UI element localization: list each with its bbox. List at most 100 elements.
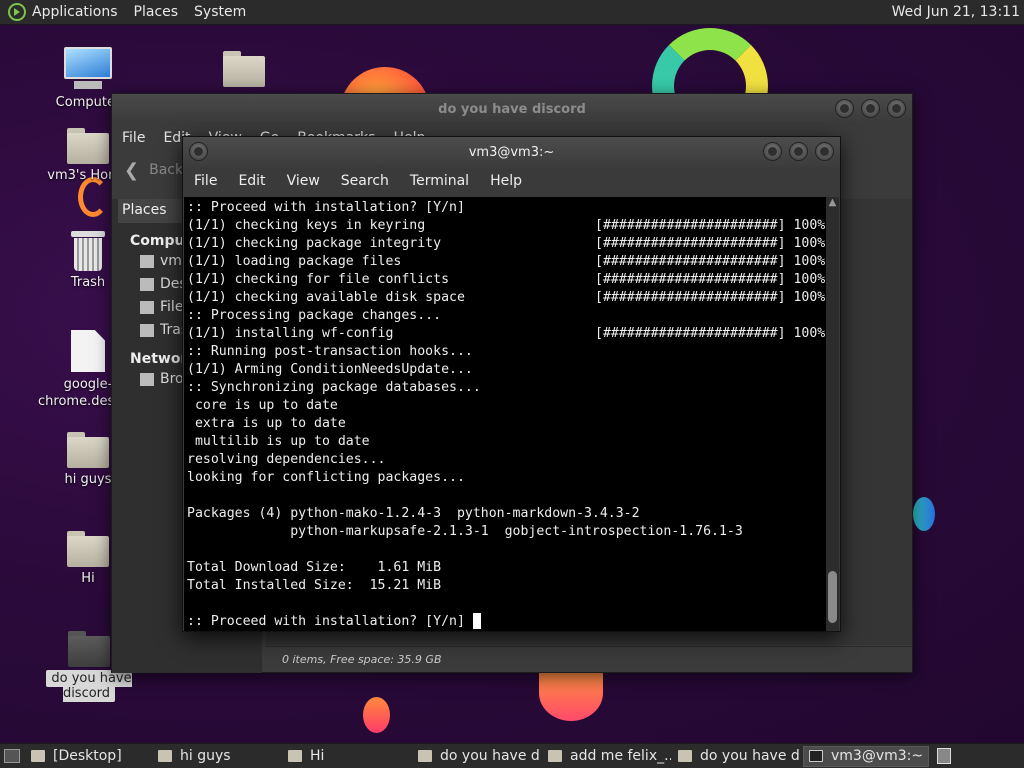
progress-bar-text: [######################] 100%: [595, 290, 826, 305]
show-desktop-button[interactable]: [4, 749, 20, 763]
terminal-line: (1/1) checking available disk space [####…: [184, 289, 826, 307]
taskbar-item-add-me-felix[interactable]: add me felix_...: [543, 746, 671, 767]
terminal-line: :: Proceed with installation? [Y/n]: [184, 199, 826, 217]
terminal-line-text: [187, 487, 823, 505]
terminal-line-text: looking for conflicting packages...: [187, 470, 465, 485]
terminal-line: [184, 487, 826, 505]
taskbar-item-label: do you have d...: [440, 748, 541, 764]
folder-icon: [678, 750, 692, 762]
menu-help[interactable]: Help: [490, 173, 522, 189]
terminal-line: Total Download Size: 1.61 MiB: [184, 559, 826, 577]
scroll-up-arrow-icon[interactable]: ▲: [826, 197, 839, 211]
taskbar-item-label: Hi: [310, 748, 325, 764]
trash-icon: [71, 231, 105, 271]
progress-bar-text: [######################] 100%: [595, 218, 826, 233]
terminal-line-text: Total Installed Size: 15.21 MiB: [187, 578, 442, 593]
minimize-button[interactable]: [835, 99, 854, 118]
file-manager-titlebar[interactable]: do you have discord: [112, 94, 912, 124]
terminal-line: extra is up to date: [184, 415, 826, 433]
terminal-line: Packages (4) python-mako-1.2.4-3 python-…: [184, 505, 826, 523]
network-icon: [140, 372, 154, 386]
terminal-line-text: resolving dependencies...: [187, 452, 386, 467]
taskbar-item-do-you-have-d-2[interactable]: do you have d...: [673, 746, 801, 767]
terminal-line-text: :: Processing package changes...: [187, 308, 442, 323]
back-arrow-icon[interactable]: ❮: [124, 160, 139, 181]
terminal-line-text: extra is up to date: [187, 416, 346, 431]
menu-edit[interactable]: Edit: [238, 173, 265, 189]
bottom-panel: [Desktop] hi guys Hi do you have d... ad…: [0, 743, 1024, 768]
taskbar-item-desktop[interactable]: [Desktop]: [26, 746, 151, 767]
maximize-button[interactable]: [861, 99, 880, 118]
mate-logo-icon[interactable]: [8, 3, 26, 21]
terminal-line-text: multilib is up to date: [187, 434, 370, 449]
window-menu-button[interactable]: [189, 142, 208, 161]
progress-bar-text: [######################] 100%: [595, 236, 826, 251]
terminal-line: :: Synchronizing package databases...: [184, 379, 826, 397]
terminal-line: (1/1) installing wf-config [#############…: [184, 325, 826, 343]
menu-places[interactable]: Places: [134, 4, 179, 20]
terminal-line-text: (1/1) checking keys in keyring: [187, 218, 426, 233]
terminal-window[interactable]: vm3@vm3:~ File Edit View Search Terminal…: [182, 136, 841, 632]
clock[interactable]: Wed Jun 21, 13:11: [892, 4, 1020, 20]
window-title: vm3@vm3:~: [468, 144, 555, 160]
folder-icon: [223, 51, 265, 87]
terminal-line: [184, 541, 826, 559]
terminal-icon: [809, 750, 823, 762]
menu-view[interactable]: View: [287, 173, 320, 189]
taskbar-item-hi-guys[interactable]: hi guys: [153, 746, 281, 767]
desktop-icon: [140, 277, 154, 291]
wallpaper-shape: [913, 497, 935, 531]
maximize-button[interactable]: [789, 142, 808, 161]
taskbar-item-label: add me felix_...: [570, 748, 671, 764]
terminal-line-text: (1/1) loading package files: [187, 254, 402, 269]
close-button[interactable]: [815, 142, 834, 161]
terminal-line: (1/1) checking keys in keyring [#########…: [184, 217, 826, 235]
terminal-prompt: :: Proceed with installation? [Y/n]: [187, 614, 465, 629]
workspace-switcher[interactable]: [937, 748, 951, 764]
close-button[interactable]: [887, 99, 906, 118]
terminal-line-text: (1/1) installing wf-config: [187, 326, 394, 341]
folder-icon: [158, 750, 172, 762]
terminal-line-text: [187, 595, 823, 613]
status-bar: 0 items, Free space: 35.9 GB: [266, 646, 912, 672]
desktop-folder-icon[interactable]: [194, 51, 294, 91]
menu-system[interactable]: System: [194, 4, 246, 20]
folder-icon: [288, 750, 302, 762]
menu-file[interactable]: File: [122, 130, 145, 146]
terminal-cursor: [472, 613, 481, 629]
terminal-line-text: (1/1) checking available disk space: [187, 290, 465, 305]
menu-terminal[interactable]: Terminal: [410, 173, 469, 189]
terminal-line: (1/1) Arming ConditionNeedsUpdate...: [184, 361, 826, 379]
drive-icon: [140, 300, 154, 314]
terminal-line: [184, 595, 826, 613]
menu-search[interactable]: Search: [341, 173, 389, 189]
menu-applications[interactable]: Applications: [32, 4, 118, 20]
folder-icon: [68, 631, 110, 667]
terminal-line: Total Installed Size: 15.21 MiB: [184, 577, 826, 595]
terminal-titlebar[interactable]: vm3@vm3:~: [183, 137, 840, 167]
menu-file[interactable]: File: [194, 173, 217, 189]
folder-icon: [67, 432, 109, 468]
terminal-line-text: Packages (4) python-mako-1.2.4-3 python-…: [187, 506, 640, 521]
progress-bar-text: [######################] 100%: [595, 326, 826, 341]
taskbar-item-hi[interactable]: Hi: [283, 746, 411, 767]
terminal-line: :: Running post-transaction hooks...: [184, 343, 826, 361]
terminal-output[interactable]: :: Proceed with installation? [Y/n](1/1)…: [184, 197, 826, 631]
terminal-prompt-line[interactable]: :: Proceed with installation? [Y/n]: [184, 613, 826, 631]
terminal-line: (1/1) checking for file conflicts [######…: [184, 271, 826, 289]
scrollbar-thumb[interactable]: [828, 571, 837, 623]
taskbar-item-do-you-have-d-1[interactable]: do you have d...: [413, 746, 541, 767]
file-icon: [71, 330, 105, 372]
desktop-icon: [31, 750, 45, 762]
terminal-line-text: [187, 541, 823, 559]
folder-icon: [67, 531, 109, 567]
back-button[interactable]: Back: [149, 162, 183, 178]
window-title: do you have discord: [438, 101, 586, 117]
minimize-button[interactable]: [763, 142, 782, 161]
terminal-line-text: :: Proceed with installation? [Y/n]: [187, 200, 465, 215]
terminal-scrollbar[interactable]: ▲: [826, 197, 839, 631]
progress-bar-text: [######################] 100%: [595, 272, 826, 287]
terminal-line: (1/1) loading package files [############…: [184, 253, 826, 271]
taskbar-item-label: vm3@vm3:~: [831, 748, 924, 764]
taskbar-item-terminal[interactable]: vm3@vm3:~: [803, 745, 929, 767]
